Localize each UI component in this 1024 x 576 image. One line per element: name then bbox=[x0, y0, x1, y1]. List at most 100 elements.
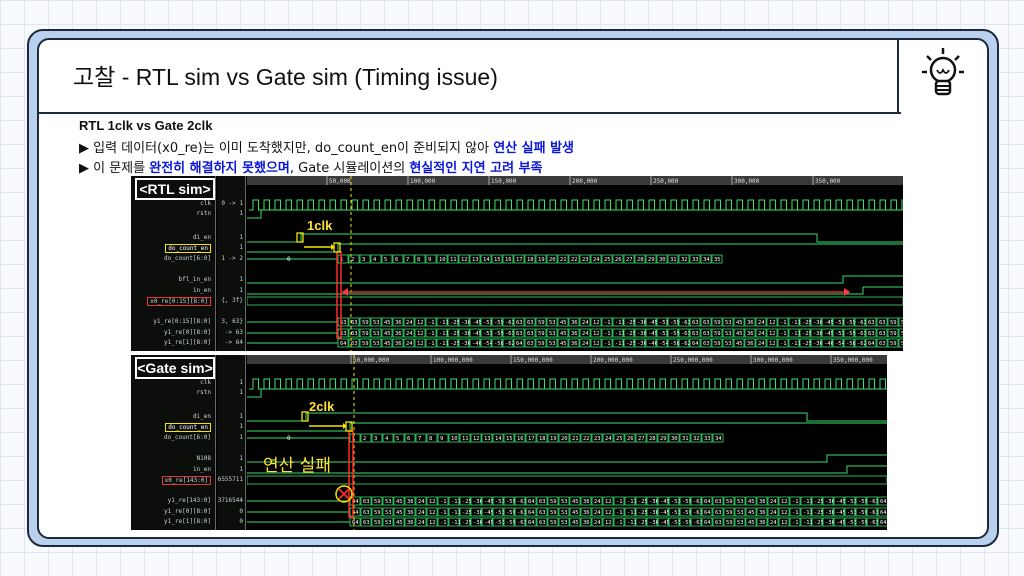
gate-signal-name[interactable]: x0_re[143:0] bbox=[161, 476, 211, 485]
rtl-y-bus-value: -59 bbox=[494, 320, 504, 326]
rtl-y-bus-value: 53 bbox=[901, 331, 903, 337]
rtl-y-bus-value: -1 bbox=[604, 320, 611, 326]
gate-y-bus-value: 53 bbox=[561, 510, 568, 516]
rtl-signal-name[interactable]: di_en bbox=[193, 234, 211, 241]
gate-plot-area[interactable]: 50,000,000 100,000,000 150,000,000 200,000,… bbox=[246, 355, 889, 530]
rtl-signal-name[interactable]: do_count[6:0] bbox=[164, 255, 211, 262]
rtl-signal-name[interactable]: bfl_in_en bbox=[178, 276, 211, 283]
rtl-y-bus-value: -53 bbox=[483, 320, 493, 326]
gate-y-bus-value: 53 bbox=[385, 520, 392, 526]
rtl-do-count-value: 18 bbox=[527, 257, 534, 263]
gate-y-bus-value: -45 bbox=[660, 499, 670, 505]
gate-do-count-value: 2 bbox=[363, 436, 366, 442]
rtl-rstn-wave bbox=[247, 209, 903, 219]
rtl-y-bus-value: -45 bbox=[472, 331, 482, 337]
gate-signal-name[interactable]: in_en bbox=[193, 466, 211, 473]
rtl-y-bus-value: 36 bbox=[571, 320, 578, 326]
bullet-line-1: ▶ 입력 데이터(x0_re)는 이미 도착했지만, do_count_en이 … bbox=[79, 137, 574, 156]
gate-signal-value: 1 bbox=[239, 389, 243, 396]
rtl-y-bus-value: -53 bbox=[659, 331, 669, 337]
rtl-y-bus-value: 63 bbox=[527, 320, 534, 326]
page-title: 고찰 - RTL sim vs Gate sim (Timing issue) bbox=[73, 58, 498, 92]
gate-do-count-value: 25 bbox=[616, 436, 623, 442]
gate-do-count-value: 30 bbox=[671, 436, 678, 442]
gate-y-bus-value: -25 bbox=[462, 510, 472, 516]
gate-label: <Gate sim> bbox=[135, 357, 215, 379]
rtl-y-bus-value: -46 bbox=[472, 341, 482, 347]
rtl-signal-name[interactable]: x0_re[0:15][8:0] bbox=[147, 297, 211, 306]
gate-y-bus-value: 53 bbox=[737, 510, 744, 516]
rtl-do-count-value: 5 bbox=[384, 257, 387, 263]
title-korean: 고찰 bbox=[73, 65, 116, 91]
rtl-signal-name[interactable]: y1_re[1][8:0] bbox=[164, 339, 211, 346]
gate-y-bus-value: 36 bbox=[583, 499, 590, 505]
rtl-y-bus-value: 63 bbox=[868, 320, 875, 326]
rtl-signal-name[interactable]: do_count_en bbox=[165, 244, 211, 253]
rtl-waveform-panel[interactable]: <RTL sim> clk rstn di_en do_count_en do_coun… bbox=[131, 176, 910, 351]
rtl-signal-name[interactable]: rstn bbox=[197, 210, 211, 217]
rtl-y-bus-value: -1 bbox=[428, 320, 435, 326]
rtl-y-bus-value: 24 bbox=[406, 331, 413, 337]
gate-signal-name[interactable]: clk bbox=[200, 379, 211, 386]
rtl-time-label: 300,000 bbox=[734, 178, 760, 185]
gate-signal-value: 1 bbox=[239, 434, 243, 441]
gate-y-bus-value: -59 bbox=[858, 510, 868, 516]
gate-y-bus-value: -59 bbox=[506, 520, 516, 526]
rtl-y-bus-value: -1 bbox=[780, 331, 787, 337]
gate-y-bus-value: 36 bbox=[407, 520, 414, 526]
rtl-y-bus-value: 45 bbox=[560, 341, 567, 347]
gate-y-bus-value: -25 bbox=[638, 520, 648, 526]
gate-waveform-panel[interactable]: <Gate sim> clk rstn di_en do_count_en do_cou… bbox=[131, 355, 889, 530]
gate-y-bus-value: -53 bbox=[847, 499, 857, 505]
gate-do-count-value: 3 bbox=[374, 436, 377, 442]
gate-signal-name[interactable]: di_en bbox=[193, 413, 211, 420]
gate-y-bus-value: 59 bbox=[726, 510, 733, 516]
gate-y-bus-value: 63 bbox=[363, 520, 370, 526]
rtl-do-count-value: 27 bbox=[626, 257, 633, 263]
gate-signal-name[interactable]: N108 bbox=[197, 455, 211, 462]
gate-y-bus-value: 24 bbox=[418, 499, 425, 505]
rtl-time-label: 100,000 bbox=[410, 178, 436, 185]
gate-y-bus-value: -25 bbox=[814, 510, 824, 516]
rtl-range-arrow-left bbox=[342, 288, 348, 296]
rtl-do-count-value: 23 bbox=[582, 257, 589, 263]
rtl-y-bus-value: 59 bbox=[890, 341, 897, 347]
gate-y-bus-value: -53 bbox=[495, 510, 505, 516]
gate-do-count-value: 18 bbox=[539, 436, 546, 442]
rtl-signal-value: 0 -> 1 bbox=[221, 200, 243, 207]
rtl-y-bus-value: -62 bbox=[681, 341, 691, 347]
gate-signal-name[interactable]: y1_re[143:0] bbox=[168, 497, 211, 504]
rtl-signal-name[interactable]: y1_re[0:15][8:0] bbox=[153, 318, 211, 325]
gate-signal-name[interactable]: do_count_en bbox=[165, 423, 211, 432]
gate-signal-name[interactable]: do_count[6:0] bbox=[164, 434, 211, 441]
gate-do-count-value: 17 bbox=[528, 436, 535, 442]
rtl-signal-name[interactable]: clk bbox=[200, 200, 211, 207]
rtl-plot-area[interactable]: 50,000 100,000 150,000 200,000 250,000 300,00… bbox=[246, 176, 910, 351]
gate-signal-names: <Gate sim> clk rstn di_en do_count_en do_cou… bbox=[131, 355, 216, 530]
gate-signal-name[interactable]: y1_re[1][8:0] bbox=[164, 518, 211, 525]
gate-y-bus-value: 24 bbox=[594, 520, 601, 526]
rtl-do-count-value: 20 bbox=[549, 257, 556, 263]
rtl-y-bus-value: -25 bbox=[802, 341, 812, 347]
gate-y-bus-value: 24 bbox=[770, 499, 777, 505]
gate-y-bus-value: 59 bbox=[726, 520, 733, 526]
gate-y-bus-value: 64 bbox=[704, 510, 711, 516]
rtl-y-bus-value: 59 bbox=[714, 331, 721, 337]
rtl-y-bus-value: -25 bbox=[802, 331, 812, 337]
gate-time-label: 200,000,000 bbox=[593, 357, 633, 364]
title-english: - RTL sim vs Gate sim (Timing issue) bbox=[115, 64, 498, 90]
gate-signal-name[interactable]: rstn bbox=[197, 389, 211, 396]
rtl-y-bus-value: 12 bbox=[593, 320, 600, 326]
rtl-y-bus-value: -53 bbox=[835, 331, 845, 337]
gate-do-count-value: 15 bbox=[506, 436, 513, 442]
rtl-y-bus-value: -36 bbox=[637, 320, 647, 326]
gate-failure-marker bbox=[348, 430, 354, 518]
gate-y-bus-value: -25 bbox=[638, 510, 648, 516]
gate-signal-name[interactable]: y1_re[0][8:0] bbox=[164, 508, 211, 515]
bullet1-text: ▶ 입력 데이터(x0_re)는 이미 도착했지만, do_count_en이 … bbox=[79, 141, 494, 156]
gate-signal-value: 1 bbox=[239, 466, 243, 473]
rtl-y-bus-value: 53 bbox=[373, 341, 380, 347]
rtl-signal-name[interactable]: in_en bbox=[193, 287, 211, 294]
rtl-y-bus-value: -1 bbox=[428, 331, 435, 337]
rtl-signal-name[interactable]: y1_re[0][8:0] bbox=[164, 329, 211, 336]
